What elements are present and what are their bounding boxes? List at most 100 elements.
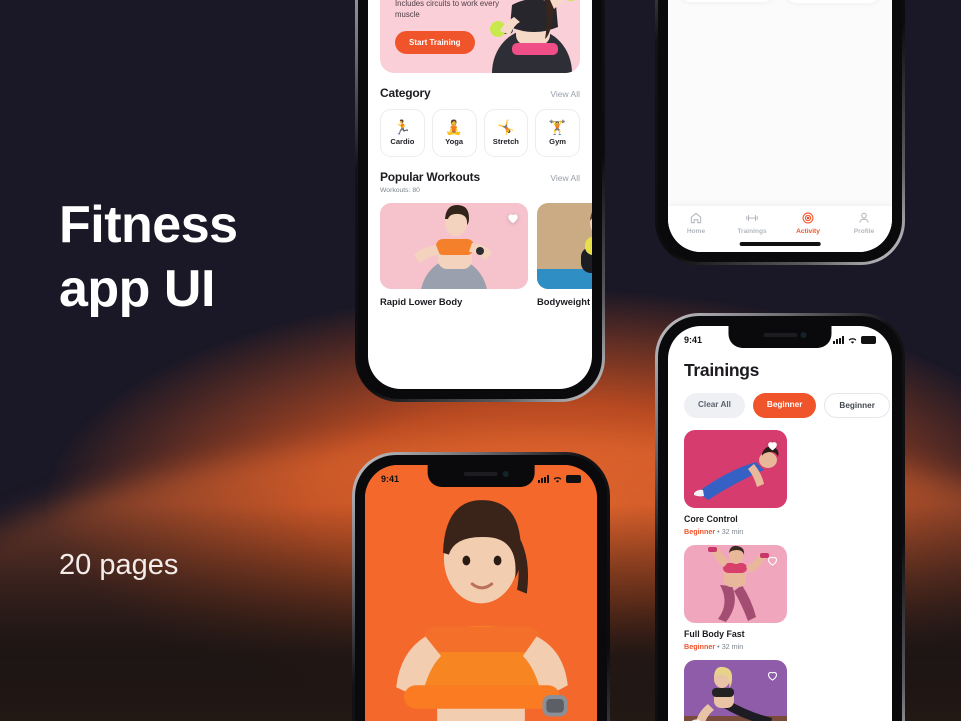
- heart-filled-icon: [767, 441, 777, 450]
- phone-screen-activity: Training 💪 120minutes Sleep 💤: [668, 0, 892, 252]
- wifi-icon: [553, 476, 562, 483]
- chip-beginner-active[interactable]: Beginner: [752, 393, 817, 418]
- tab-label: Home: [686, 228, 706, 235]
- workout-thumbnail: [380, 203, 528, 289]
- category-item-gym[interactable]: 🏋️ Gym: [535, 109, 580, 157]
- favorite-button[interactable]: [765, 668, 779, 682]
- workout-name: Core Control: [684, 514, 738, 524]
- heart-outline-icon: [767, 556, 777, 566]
- workout-card-full-body-fast[interactable]: Full Body Fast Beginner • 32 min: [684, 545, 787, 651]
- category-label: Yoga: [445, 137, 464, 146]
- runner-icon: 🏃: [393, 119, 412, 135]
- phone-mockup-home: Full Body Toning Workout Includes circui…: [355, 0, 605, 402]
- category-view-all-link[interactable]: View All: [550, 89, 580, 99]
- tab-label: Activity: [796, 228, 820, 235]
- heart-filled-icon: [508, 214, 518, 224]
- chip-clear-all[interactable]: Clear All: [684, 393, 745, 418]
- phone-frame-inner: Training 💪 120minutes Sleep 💤: [658, 0, 902, 262]
- earpiece-speaker: [763, 333, 797, 337]
- signal-icon: [538, 475, 549, 483]
- person-icon: [859, 212, 869, 223]
- home-icon: [690, 212, 702, 224]
- phone-frame: Full Body Toning Workout Includes circui…: [355, 0, 605, 402]
- phone-frame-inner: 9:41: [355, 455, 607, 721]
- popular-workout-card[interactable]: Bodyweight Stretch: [537, 203, 592, 307]
- workout-image: [537, 203, 592, 289]
- workout-duration: 32 min: [721, 642, 744, 651]
- status-icons: [833, 336, 876, 345]
- phone-screen-home: Full Body Toning Workout Includes circui…: [368, 0, 592, 389]
- popular-view-all-link[interactable]: View All: [550, 173, 580, 183]
- hero-text-block: Full Body Toning Workout Includes circui…: [395, 0, 507, 54]
- hero-subtitle: Includes circuits to work every muscle: [395, 0, 499, 19]
- workout-thumbnail: [684, 545, 787, 623]
- popular-title: Popular Workouts: [380, 170, 480, 184]
- popular-workouts-list: Rapid Lower Body Bodyweight: [380, 203, 592, 307]
- trainings-screen-body: Trainings Clear All Beginner Beginner Be…: [668, 326, 892, 721]
- status-icons: [538, 475, 581, 484]
- front-camera: [800, 332, 807, 338]
- workout-name: Full Body Fast: [684, 629, 745, 639]
- workout-card-express-tabata[interactable]: Express Tabata Beginner • 32 min: [684, 660, 787, 721]
- category-label: Stretch: [492, 137, 519, 146]
- phone-frame-inner: Full Body Toning Workout Includes circui…: [358, 0, 602, 399]
- headline-line-2: app UI: [59, 260, 215, 318]
- page-heading: Trainings: [684, 360, 760, 380]
- workout-grid: Core Control Beginner • 32 min Full Body…: [668, 418, 892, 721]
- pages-count-label: 20 pages: [59, 549, 179, 581]
- notch: [728, 326, 832, 348]
- tab-home[interactable]: Home: [668, 211, 724, 235]
- category-item-stretch[interactable]: 🤸 Stretch: [483, 109, 529, 157]
- category-list: 🏃 Cardio 🧘 Yoga 🤸 Stretch 🏋️ Gym: [380, 109, 580, 157]
- popular-section-header: Popular Workouts Workouts: 80 View All: [380, 170, 580, 194]
- phone-screen-splash: 9:41: [365, 465, 597, 721]
- tab-profile[interactable]: Profile: [836, 211, 892, 235]
- stat-card-distance[interactable]: Distance 🚗 55minutes: [784, 0, 882, 3]
- battery-icon: [861, 336, 876, 344]
- category-label: Cardio: [390, 137, 415, 146]
- signal-icon: [833, 336, 844, 344]
- yoga-icon: 🧘: [445, 119, 463, 135]
- workout-thumbnail: [684, 660, 787, 721]
- category-item-cardio[interactable]: 🏃 Cardio: [380, 109, 425, 157]
- stat-card-sleep[interactable]: Sleep 💤 7.5hours: [678, 0, 776, 2]
- earpiece-speaker: [464, 472, 498, 476]
- phone-frame: 9:41: [352, 452, 610, 721]
- dumbbell-icon: [746, 215, 758, 221]
- phone-mockup-splash: 9:41: [352, 452, 610, 721]
- workout-name: Bodyweight Stretch: [537, 296, 592, 307]
- tab-label: Trainings: [737, 228, 767, 235]
- home-screen-body: Full Body Toning Workout Includes circui…: [368, 0, 592, 307]
- filter-chips: Clear All Beginner Beginner Beg: [668, 381, 892, 418]
- favorite-button[interactable]: [506, 211, 520, 225]
- tab-trainings[interactable]: Trainings: [724, 211, 780, 235]
- category-item-yoga[interactable]: 🧘 Yoga: [431, 109, 477, 157]
- home-indicator: [739, 242, 821, 246]
- hero-banner-card[interactable]: Full Body Toning Workout Includes circui…: [380, 0, 580, 73]
- workout-thumbnail: [684, 430, 787, 508]
- favorite-button[interactable]: [765, 438, 779, 452]
- favorite-button[interactable]: [765, 553, 779, 567]
- start-training-button[interactable]: Start Training: [395, 31, 475, 54]
- wifi-icon: [848, 337, 857, 344]
- front-camera: [502, 471, 509, 477]
- workout-card-core-control[interactable]: Core Control Beginner • 32 min: [684, 430, 787, 536]
- tab-activity[interactable]: Activity: [780, 211, 836, 235]
- chip-beginner[interactable]: Beginner: [824, 393, 890, 418]
- popular-heading-group: Popular Workouts Workouts: 80: [380, 170, 480, 194]
- popular-workout-card[interactable]: Rapid Lower Body: [380, 203, 528, 307]
- heart-outline-icon: [767, 671, 777, 681]
- poster-canvas: Fitness app UI 20 pages Includes circuit…: [0, 0, 961, 721]
- target-icon: [802, 212, 814, 224]
- workout-level: Beginner: [684, 527, 716, 536]
- phone-mockup-activity: Training 💪 120minutes Sleep 💤: [655, 0, 905, 265]
- status-time: 9:41: [381, 474, 400, 484]
- meta-separator: •: [717, 642, 720, 651]
- phone-screen-trainings: 9:41 Trainings Clear All Beginner Beginn…: [668, 326, 892, 721]
- workout-duration: 32 min: [721, 527, 744, 536]
- headline-line-1: Fitness: [59, 196, 238, 254]
- cartwheel-icon: 🤸: [497, 119, 515, 135]
- splash-illustration: [365, 465, 597, 721]
- workout-level: Beginner: [684, 642, 716, 651]
- category-section-header: Category View All: [380, 86, 580, 100]
